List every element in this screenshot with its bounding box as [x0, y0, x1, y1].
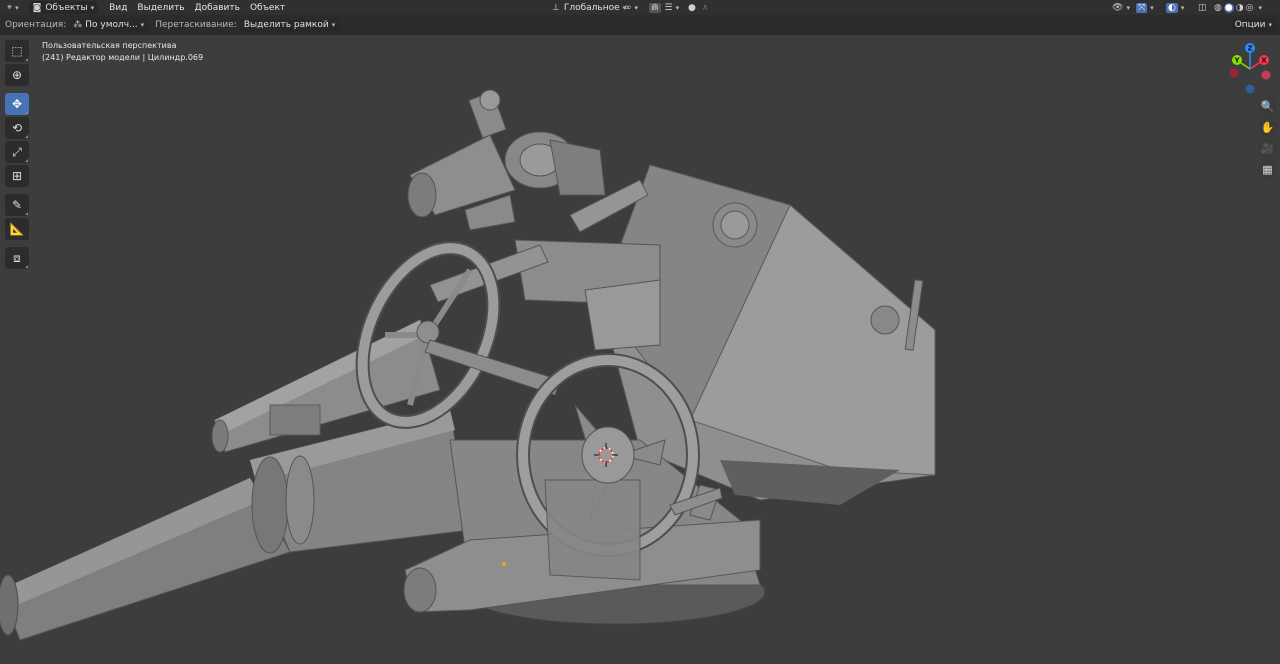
perspective-toggle-button[interactable]: ▦ — [1258, 160, 1277, 179]
gizmo-toggle[interactable]: ⤧ ▾ — [1132, 1, 1158, 14]
camera-icon: 🎥 — [1260, 142, 1275, 155]
select-box-icon: ⬚ — [11, 44, 23, 58]
proportional-edit-icon: ● — [688, 2, 696, 13]
tool-measure[interactable]: 📐 — [5, 218, 29, 240]
hand-icon: ✋ — [1260, 121, 1275, 134]
snap-increment-icon: ☰ — [664, 2, 673, 13]
gizmo-neg-z[interactable] — [1245, 84, 1255, 94]
move-icon: ✥ — [11, 97, 23, 111]
tool-settings-bar: Ориентация: ⁂ По умолч... ▾ Перетаскиван… — [0, 15, 1280, 35]
overlays-toggle[interactable]: ◐ ▾ — [1162, 1, 1188, 14]
chevron-down-icon: ▾ — [1180, 3, 1185, 12]
gizmo-neg-y[interactable] — [1261, 70, 1271, 80]
orientation-global-icon: ⊥ — [552, 2, 560, 13]
navigation-gizmo[interactable]: X Y Z — [1224, 43, 1276, 95]
tool-transform[interactable]: ⊞ — [5, 165, 29, 187]
tool-shelf: ⬚ ⊕ ✥ ⟲ ⤢ ⊞ ✎ 📐 ⧈ — [5, 40, 30, 271]
chevron-down-icon: ▾ — [1150, 3, 1154, 12]
menu-view[interactable]: Вид — [104, 3, 132, 13]
wireframe-shading-icon[interactable]: ◍ — [1214, 3, 1222, 13]
shading-modes[interactable]: ◍ ● ◑ ◎ ▾ — [1210, 1, 1266, 14]
viewport-info: Пользовательская перспектива (241) Редак… — [42, 40, 203, 64]
gizmo-x-label: X — [1261, 57, 1267, 65]
annotate-icon: ✎ — [11, 198, 23, 212]
tool-scale[interactable]: ⤢ — [5, 141, 29, 163]
scene-model[interactable] — [0, 35, 1280, 664]
mode-dropdown[interactable]: ◙ Объекты ▾ — [28, 1, 99, 14]
visibility-dropdown[interactable]: 👁 ▾ — [1108, 1, 1134, 14]
menu-add[interactable]: Добавить — [190, 3, 245, 13]
editor-type-button[interactable]: ⌖ ▾ — [3, 1, 23, 14]
menu-object[interactable]: Объект — [245, 3, 290, 13]
chevron-down-icon: ▾ — [331, 21, 336, 29]
link-icon: ∞ — [624, 2, 632, 13]
snap-toggle[interactable]: ⋒ ☰ ▾ — [645, 1, 683, 14]
view-name: Пользовательская перспектива — [42, 41, 177, 50]
transform-orientation-dropdown[interactable]: ⊥ Глобальное ▾ — [548, 1, 630, 14]
orientation-value: По умолч... — [85, 20, 138, 30]
orientation-label: Ориентация: — [5, 20, 67, 30]
options-label: Опции — [1234, 20, 1266, 30]
add-cube-icon: ⧈ — [13, 250, 21, 265]
scale-icon: ⤢ — [12, 144, 22, 159]
zoom-icon: 🔍 — [1260, 100, 1275, 113]
camera-view-button[interactable]: 🎥 — [1258, 139, 1277, 158]
cursor-icon: ⊕ — [11, 68, 23, 82]
pivot-dropdown[interactable]: ∞ ▾ — [620, 1, 642, 14]
chevron-down-icon: ▾ — [15, 3, 19, 12]
xray-icon: ◫ — [1198, 2, 1207, 13]
navigation-controls: 🔍 ✋ 🎥 ▦ — [1258, 97, 1278, 181]
tool-cursor[interactable]: ⊕ — [5, 64, 29, 86]
tool-select-box[interactable]: ⬚ — [5, 40, 29, 62]
editor-type-icon: ⌖ — [7, 2, 13, 13]
drag-dropdown[interactable]: Выделить рамкой ▾ — [239, 18, 340, 32]
chevron-down-icon: ▾ — [90, 3, 95, 12]
chevron-down-icon: ▾ — [1126, 3, 1130, 12]
transform-icon: ⊞ — [11, 169, 23, 183]
object-origin — [502, 562, 506, 566]
eye-icon: 👁 — [1112, 2, 1124, 13]
grid-icon: ▦ — [1262, 163, 1273, 176]
transform-orientation-label: Глобальное — [563, 2, 620, 13]
tool-rotate[interactable]: ⟲ — [5, 117, 29, 139]
object-info: (241) Редактор модели | Цилиндр.069 — [42, 53, 204, 62]
drag-value: Выделить рамкой — [243, 20, 329, 30]
solid-shading-icon[interactable]: ● — [1223, 2, 1234, 13]
chevron-down-icon: ▾ — [140, 21, 145, 29]
measure-icon: 📐 — [9, 222, 25, 236]
gizmo-y-label: Y — [1233, 57, 1240, 65]
pan-button[interactable]: ✋ — [1258, 118, 1277, 137]
mode-label: Объекты — [45, 2, 88, 13]
tool-move[interactable]: ✥ — [5, 93, 29, 115]
orientation-icon: ⁂ — [73, 20, 83, 30]
drag-label: Перетаскивание: — [155, 20, 237, 30]
material-shading-icon[interactable]: ◑ — [1236, 3, 1244, 13]
rotate-icon: ⟲ — [11, 121, 23, 135]
gizmo-neg-x[interactable] — [1229, 68, 1239, 78]
orientation-dropdown[interactable]: ⁂ По умолч... ▾ — [69, 18, 149, 32]
chevron-down-icon: ▾ — [1258, 3, 1262, 12]
gizmo-icon: ⤧ — [1136, 2, 1148, 13]
chevron-down-icon: ▾ — [1268, 21, 1272, 29]
zoom-button[interactable]: 🔍 — [1258, 97, 1277, 116]
options-dropdown[interactable]: Опции ▾ — [1230, 18, 1276, 32]
chevron-down-icon: ▾ — [675, 3, 680, 12]
magnet-icon: ⋒ — [649, 2, 661, 13]
tool-annotate[interactable]: ✎ — [5, 194, 29, 216]
xray-toggle[interactable]: ◫ — [1194, 1, 1211, 14]
proportional-edit-toggle[interactable]: ● ∧ — [684, 1, 712, 14]
3d-viewport[interactable]: Пользовательская перспектива (241) Редак… — [0, 35, 1280, 664]
falloff-icon: ∧ — [701, 2, 709, 13]
chevron-down-icon: ▾ — [634, 3, 639, 12]
viewport-header: ⌖ ▾ ◙ Объекты ▾ Вид Выделить Добавить Объ… — [0, 0, 1280, 15]
menu-select[interactable]: Выделить — [132, 3, 189, 13]
tool-add-cube[interactable]: ⧈ — [5, 247, 29, 269]
rendered-shading-icon[interactable]: ◎ — [1246, 3, 1254, 13]
overlays-icon: ◐ — [1166, 2, 1178, 13]
object-mode-icon: ◙ — [32, 2, 42, 13]
gizmo-z-label: Z — [1247, 45, 1252, 53]
